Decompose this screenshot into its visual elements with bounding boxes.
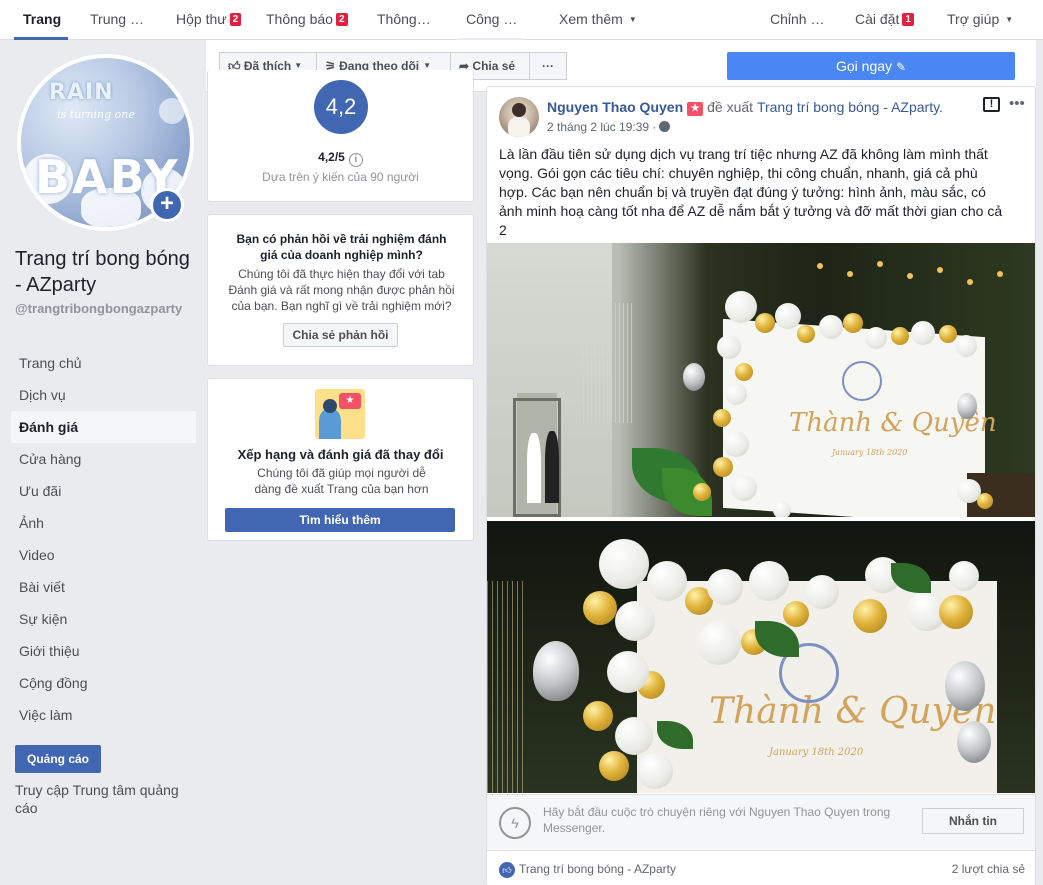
sidebar-item-shop[interactable]: Cửa hàng xyxy=(11,443,196,475)
post-footer: 👍︎ Trang trí bong bóng - AZparty 2 lượt … xyxy=(487,850,1035,885)
thumbs-up-icon: 👍︎ xyxy=(499,862,515,878)
tab-inbox[interactable]: Hộp thư 2 xyxy=(176,0,256,40)
sidebar-item-offers[interactable]: Ưu đãi xyxy=(11,475,196,507)
sidebar-item-jobs[interactable]: Việc làm xyxy=(11,699,196,731)
author-name[interactable]: Nguyen Thao Quyen xyxy=(547,99,683,115)
more-options-button[interactable]: ··· xyxy=(529,52,567,80)
send-message-button[interactable]: Nhắn tin xyxy=(922,808,1024,834)
sidebar-item-community[interactable]: Cộng đồng xyxy=(11,667,196,699)
star-icon: ★ xyxy=(339,393,361,409)
page-top-nav: Trang Trung … Hộp thư 2 Thông báo 2 Thông…… xyxy=(0,0,1043,40)
chevron-down-icon: ▼ xyxy=(628,15,637,24)
tab-edit-page-info[interactable]: Chỉnh … xyxy=(770,0,828,40)
page-username[interactable]: @trangtribongbongazparty xyxy=(15,301,193,317)
rating-score-circle: 4,2 xyxy=(314,80,368,134)
tab-publishing-tools[interactable]: Công … xyxy=(458,0,522,40)
backdrop-date: January 18th 2020 xyxy=(769,747,864,758)
sidebar-item-about[interactable]: Giới thiệu xyxy=(11,635,196,667)
ratings-changed-card: ★ Xếp hạng và đánh giá đã thay đổi Chúng… xyxy=(207,378,474,541)
post-timestamp[interactable]: 2 tháng 2 lúc 19:39 · xyxy=(547,120,656,134)
learn-more-button[interactable]: Tìm hiểu thêm xyxy=(225,508,455,532)
share-feedback-button[interactable]: Chia sẻ phản hồi xyxy=(283,323,398,347)
ad-center-link[interactable]: Truy cập Trung tâm quảng cáo xyxy=(15,781,195,817)
add-photo-icon[interactable]: + xyxy=(150,188,184,222)
globe-icon xyxy=(659,121,671,132)
sidebar-item-home[interactable]: Trang chủ xyxy=(11,347,196,379)
feedback-body: Chúng tôi đã thực hiện thay đổi với tab … xyxy=(228,267,455,313)
feedback-card: Bạn có phản hồi về trải nghiệm đánh giá … xyxy=(207,214,474,366)
post-photo-2[interactable]: Thành & Quyên January 18th 2020 xyxy=(487,521,1035,793)
notifications-badge: 2 xyxy=(335,13,348,26)
tab-help[interactable]: Trợ giúp ▼ xyxy=(947,0,1027,40)
tab-settings[interactable]: Cài đặt 1 xyxy=(855,0,925,40)
author-avatar[interactable] xyxy=(499,97,539,137)
sidebar-item-posts[interactable]: Bài viết xyxy=(11,571,196,603)
reviewed-page-link[interactable]: Trang trí bong bóng - AZparty. xyxy=(757,99,943,115)
call-now-button[interactable]: Gọi ngay ✎ xyxy=(727,52,1015,80)
post-body: Là lần đầu tiên sử dụng dịch vụ trang tr… xyxy=(499,146,1003,238)
more-options-icon[interactable]: ••• xyxy=(1009,95,1025,112)
ratings-illustration: ★ xyxy=(315,389,365,439)
report-icon[interactable]: ! xyxy=(983,97,1000,112)
sidebar-item-events[interactable]: Sự kiện xyxy=(11,603,196,635)
left-sidebar: RAIN is turning one BABY + Trang trí bon… xyxy=(0,40,205,885)
inbox-badge: 2 xyxy=(229,13,242,26)
feedback-title: Bạn có phản hồi về trải nghiệm đánh giá … xyxy=(236,232,447,262)
promote-button[interactable]: Quảng cáo xyxy=(15,745,101,773)
messenger-prompt-text: Hãy bắt đầu cuộc trò chuyện riêng với Ng… xyxy=(543,805,891,835)
sidebar-item-services[interactable]: Dịch vụ xyxy=(11,379,196,411)
chevron-down-icon: ▼ xyxy=(423,61,432,70)
messenger-prompt: ϟ Hãy bắt đầu cuộc trò chuyện riêng với … xyxy=(487,794,1035,849)
pencil-icon: ✎ xyxy=(895,60,906,74)
recommendation-icon: ★ xyxy=(687,102,704,116)
settings-badge: 1 xyxy=(902,13,914,26)
page-title[interactable]: Trang trí bong bóng - AZparty xyxy=(15,246,200,298)
tab-see-more[interactable]: Xem thêm ▼ xyxy=(559,0,649,40)
backdrop-date: January 18th 2020 xyxy=(832,448,908,457)
sidebar-item-photos[interactable]: Ảnh xyxy=(11,507,196,539)
tab-creator-studio[interactable]: Trung … xyxy=(90,0,152,40)
sidebar-item-videos[interactable]: Video xyxy=(11,539,196,571)
share-count[interactable]: 2 lượt chia sẻ xyxy=(952,862,1025,876)
ratings-changed-body: Chúng tôi đã giúp mọi người dễ dàng đề x… xyxy=(254,466,429,496)
chevron-down-icon: ▼ xyxy=(294,61,303,70)
page-sections-menu: Trang chủ Dịch vụ Đánh giá Cửa hàng Ưu đ… xyxy=(11,347,196,731)
ratings-changed-title: Xếp hạng và đánh giá đã thay đổi xyxy=(237,447,444,462)
rating-score-text: 4,2/5 i xyxy=(208,150,473,167)
chevron-down-icon: ▼ xyxy=(1005,15,1014,24)
review-post: Nguyen Thao Quyen ★ đề xuất Trang trí bong… xyxy=(486,86,1036,885)
recommends-text: đề xuất xyxy=(707,99,754,115)
tab-page[interactable]: Trang xyxy=(14,0,68,40)
sidebar-item-reviews[interactable]: Đánh giá xyxy=(11,411,196,443)
messenger-icon: ϟ xyxy=(499,807,531,839)
tab-notifications[interactable]: Thông báo 2 xyxy=(266,0,361,40)
rating-summary-card: 4,2 4,2/5 i Dựa trên ý kiến của 90 người xyxy=(207,70,474,202)
rating-basis: Dựa trên ý kiến của 90 người xyxy=(262,170,419,184)
info-icon[interactable]: i xyxy=(348,153,363,167)
footer-page-link[interactable]: Trang trí bong bóng - AZparty xyxy=(519,862,676,876)
post-photo-1[interactable]: Thành & Quyên January 18th 2020 xyxy=(487,243,1035,517)
tab-insights[interactable]: Thông… xyxy=(377,0,437,40)
